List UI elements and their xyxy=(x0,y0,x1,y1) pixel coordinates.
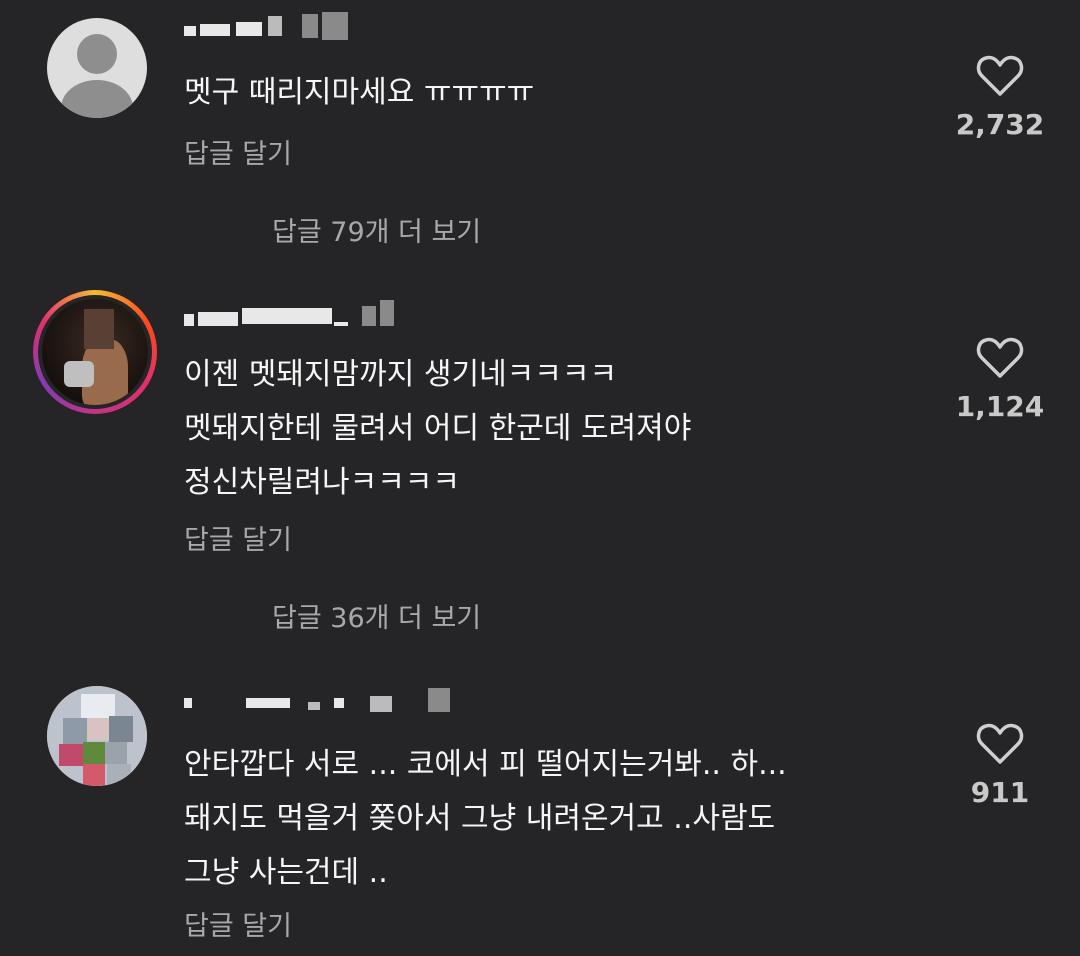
heart-outline-icon[interactable] xyxy=(976,54,1024,98)
redaction-block xyxy=(198,312,238,326)
reply-button[interactable]: 답글 달기 xyxy=(184,904,292,943)
like-count: 2,732 xyxy=(955,108,1045,141)
redaction-block xyxy=(334,698,344,708)
photo-face-blur xyxy=(84,309,114,349)
redaction-block xyxy=(308,702,320,710)
redaction-block xyxy=(242,308,332,324)
pixel-block xyxy=(59,744,83,766)
like-group: 911 xyxy=(940,722,1060,809)
pixel-block xyxy=(83,764,105,786)
heart-outline-icon[interactable] xyxy=(976,722,1024,766)
pixel-block xyxy=(83,742,105,766)
redaction-block xyxy=(184,698,192,708)
like-count: 1,124 xyxy=(955,390,1045,423)
redaction-block xyxy=(302,14,318,38)
redaction-block xyxy=(236,22,262,36)
username-redacted[interactable] xyxy=(184,300,414,334)
story-ring-avatar[interactable] xyxy=(33,290,157,414)
redaction-block xyxy=(428,688,450,712)
redaction-block xyxy=(200,24,230,36)
default-avatar[interactable] xyxy=(47,18,147,118)
like-group: 2,732 xyxy=(940,54,1060,141)
heart-outline-icon[interactable] xyxy=(976,336,1024,380)
redaction-block xyxy=(184,314,194,326)
avatar-photo xyxy=(42,299,148,405)
pixel-block xyxy=(109,716,133,742)
pixel-block xyxy=(107,764,131,786)
view-more-replies-button[interactable]: 답글 36개 더 보기 xyxy=(272,596,481,635)
redaction-block xyxy=(380,300,394,326)
like-group: 1,124 xyxy=(940,336,1060,423)
pixelated-avatar[interactable] xyxy=(47,686,147,786)
pixel-block xyxy=(105,742,127,764)
redaction-block xyxy=(370,696,392,712)
comment-text: 안타깝다 서로 ... 코에서 피 떨어지는거봐.. 하... 돼지도 먹을거 … xyxy=(184,747,787,890)
redaction-block xyxy=(184,26,196,36)
username-redacted[interactable] xyxy=(184,684,464,718)
reply-button[interactable]: 답글 달기 xyxy=(184,132,292,171)
avatar-shoulders-shape xyxy=(61,80,133,118)
like-count: 911 xyxy=(970,776,1030,809)
avatar-head-shape xyxy=(77,34,117,74)
redaction-block xyxy=(246,698,290,708)
pixel-block xyxy=(87,718,109,740)
redaction-block xyxy=(322,12,348,40)
redaction-block xyxy=(268,16,282,36)
view-more-replies-button[interactable]: 답글 79개 더 보기 xyxy=(272,210,481,249)
comment-text: 이젠 멧돼지맘까지 생기네ㅋㅋㅋㅋ 멧돼지한테 물려서 어디 한군데 도려져야 … xyxy=(184,357,692,500)
pixel-block xyxy=(81,694,115,718)
comment-text: 멧구 때리지마세요 ㅠㅠㅠㅠ xyxy=(184,75,535,110)
photo-belt xyxy=(64,361,94,387)
username-redacted[interactable] xyxy=(184,12,364,46)
redaction-block xyxy=(362,306,376,326)
reply-button[interactable]: 답글 달기 xyxy=(184,518,292,557)
redaction-block xyxy=(334,322,348,326)
